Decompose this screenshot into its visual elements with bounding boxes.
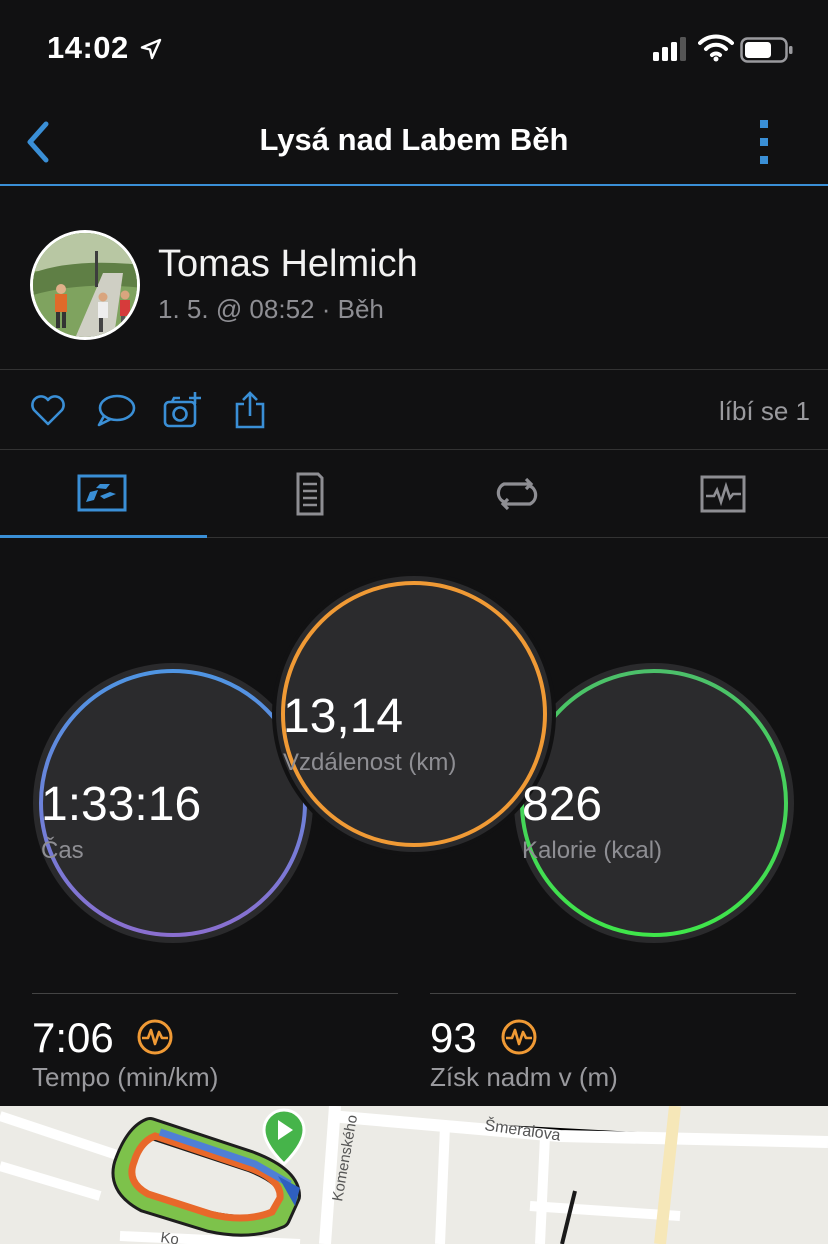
comment-icon[interactable] — [96, 390, 136, 430]
elevation-value: 93 — [430, 1014, 477, 1061]
laps-icon — [496, 477, 538, 511]
share-icon[interactable] — [230, 390, 270, 430]
time-stat[interactable]: 1:33:16 Čas — [41, 671, 305, 935]
more-options-icon[interactable] — [750, 118, 778, 166]
tab-laps[interactable] — [414, 450, 621, 538]
tab-details[interactable] — [207, 450, 414, 538]
activity-tabs — [0, 450, 828, 538]
distance-stat[interactable]: 13,14 Vzdálenost (km) — [283, 583, 545, 845]
battery-icon — [740, 37, 793, 63]
calories-stat[interactable]: 826 Kalorie (kcal) — [522, 671, 786, 935]
pace-metric[interactable]: 7:06 Tempo (min/km) — [32, 993, 398, 1101]
page-title: Lysá nad Labem Běh — [259, 122, 569, 157]
pace-value: 7:06 — [32, 1014, 114, 1061]
heart-icon[interactable] — [28, 390, 68, 430]
time-label: Čas — [41, 837, 84, 864]
distance-value: 13,14 — [283, 690, 404, 743]
chart-icon — [700, 475, 746, 513]
add-photo-icon[interactable] — [162, 390, 202, 430]
activity-meta: 1. 5. @ 08:52 · Běh — [158, 294, 384, 324]
calories-label: Kalorie (kcal) — [522, 837, 663, 864]
wifi-icon — [698, 34, 734, 62]
status-bar: 14:02 — [0, 0, 828, 100]
activity-icon — [137, 1019, 173, 1055]
navigation-bar: Lysá nad Labem Běh — [0, 100, 828, 186]
stats-icon — [77, 474, 127, 512]
activity-actions: líbí se 1 — [0, 370, 828, 450]
activity-icon — [501, 1019, 537, 1055]
elevation-metric[interactable]: 93 Získ nadm v (m) — [430, 993, 796, 1101]
details-icon — [296, 472, 324, 516]
tab-stats[interactable] — [0, 450, 207, 538]
signal-icon — [653, 37, 686, 61]
location-arrow-icon — [140, 38, 162, 60]
activity-owner: Tomas Helmich 1. 5. @ 08:52 · Běh — [0, 188, 828, 370]
route-map[interactable]: Šmeralova Komenského Ko — [0, 1106, 828, 1244]
pace-label: Tempo (min/km) — [32, 1062, 219, 1092]
avatar[interactable] — [30, 230, 140, 340]
distance-label: Vzdálenost (km) — [283, 749, 457, 776]
status-time: 14:02 — [47, 30, 129, 65]
elevation-label: Získ nadm v (m) — [430, 1062, 618, 1092]
likes-count[interactable]: líbí se 1 — [719, 396, 810, 427]
avatar-photo — [33, 233, 137, 337]
user-name[interactable]: Tomas Helmich — [158, 243, 418, 286]
tab-charts[interactable] — [621, 450, 828, 538]
summary-stats: 1:33:16 Čas 13,14 Vzdálenost (km) 826 Ka… — [0, 540, 828, 990]
street-label: Ko — [159, 1229, 180, 1244]
calories-value: 826 — [522, 778, 603, 831]
map-canvas: Šmeralova Komenského Ko — [0, 1106, 828, 1244]
time-value: 1:33:16 — [41, 778, 202, 831]
